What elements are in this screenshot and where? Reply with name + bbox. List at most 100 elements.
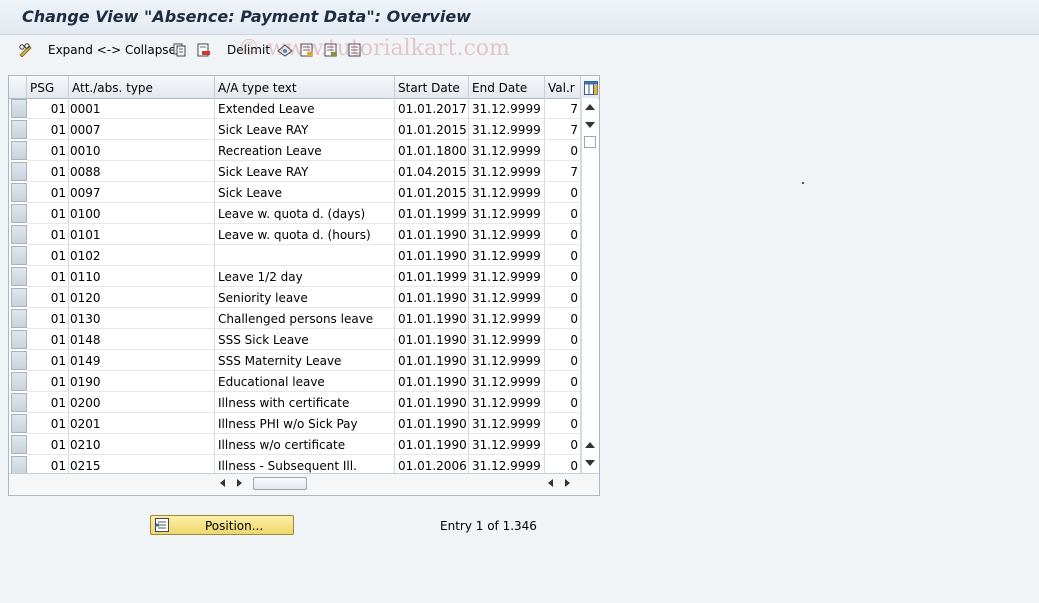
table-row[interactable]: 01 0001 Extended Leave 01.01.2017 31.12.9999… — [9, 98, 581, 119]
table-row[interactable]: 01 0201 Illness PHI w/o Sick Pay 01.01.1990… — [9, 413, 581, 434]
column-header-psg[interactable]: PSG — [27, 76, 69, 98]
table-row[interactable]: 01 0130 Challenged persons leave 01.01.1990… — [9, 308, 581, 329]
row-selector[interactable] — [11, 267, 27, 286]
cell-start-date[interactable]: 01.01.1990 — [395, 245, 469, 266]
cell-start-date[interactable]: 01.01.1999 — [395, 203, 469, 224]
table-row[interactable]: 01 0100 Leave w. quota d. (days) 01.01.1999… — [9, 203, 581, 224]
cell-val-r[interactable]: 7 — [545, 161, 581, 182]
cell-psg[interactable]: 01 — [27, 371, 69, 392]
cell-end-date[interactable]: 31.12.9999 — [469, 350, 545, 371]
cell-val-r[interactable]: 0 — [545, 182, 581, 203]
cell-val-r[interactable]: 0 — [545, 266, 581, 287]
table-settings-button[interactable] — [581, 76, 599, 98]
cell-psg[interactable]: 01 — [27, 308, 69, 329]
cell-start-date[interactable]: 01.01.1990 — [395, 224, 469, 245]
cell-att-abs-type[interactable]: 0110 — [69, 266, 215, 287]
delimit-button[interactable]: Delimit — [227, 42, 270, 58]
cell-aa-type-text[interactable]: Extended Leave — [215, 98, 395, 119]
cell-att-abs-type[interactable]: 0149 — [69, 350, 215, 371]
cell-start-date[interactable]: 01.01.1800 — [395, 140, 469, 161]
cell-psg[interactable]: 01 — [27, 350, 69, 371]
table-row[interactable]: 01 0190 Educational leave 01.01.1990 31.12.9… — [9, 371, 581, 392]
cell-val-r[interactable]: 0 — [545, 287, 581, 308]
cell-att-abs-type[interactable]: 0102 — [69, 245, 215, 266]
horizontal-scrollbar[interactable] — [9, 473, 599, 494]
config-button[interactable] — [348, 42, 362, 58]
cell-end-date[interactable]: 31.12.9999 — [469, 161, 545, 182]
cell-end-date[interactable]: 31.12.9999 — [469, 434, 545, 455]
cell-val-r[interactable]: 0 — [545, 434, 581, 455]
scroll-down-bottom-icon[interactable] — [585, 460, 595, 466]
table-row[interactable]: 01 0102 01.01.1990 31.12.9999 0 — [9, 245, 581, 266]
table-row[interactable]: 01 0097 Sick Leave 01.01.2015 31.12.9999 0 — [9, 182, 581, 203]
column-header-aa-type-text[interactable]: A/A type text — [215, 76, 395, 98]
cell-att-abs-type[interactable]: 0010 — [69, 140, 215, 161]
cell-end-date[interactable]: 31.12.9999 — [469, 224, 545, 245]
cell-psg[interactable]: 01 — [27, 98, 69, 119]
cell-aa-type-text[interactable]: Illness w/o certificate — [215, 434, 395, 455]
cell-psg[interactable]: 01 — [27, 140, 69, 161]
cell-att-abs-type[interactable]: 0097 — [69, 182, 215, 203]
scroll-left-icon[interactable] — [220, 479, 225, 487]
table-row[interactable]: 01 0120 Seniority leave 01.01.1990 31.12.999… — [9, 287, 581, 308]
row-selector[interactable] — [11, 288, 27, 307]
cell-aa-type-text[interactable] — [215, 245, 395, 266]
cell-psg[interactable]: 01 — [27, 434, 69, 455]
cell-att-abs-type[interactable]: 0148 — [69, 329, 215, 350]
cell-end-date[interactable]: 31.12.9999 — [469, 119, 545, 140]
column-header-att-abs-type[interactable]: Att./abs. type — [69, 76, 215, 98]
row-selector[interactable] — [11, 309, 27, 328]
cell-end-date[interactable]: 31.12.9999 — [469, 392, 545, 413]
scroll-thumb[interactable] — [584, 136, 596, 148]
table-row[interactable]: 01 0010 Recreation Leave 01.01.1800 31.12.99… — [9, 140, 581, 161]
table-row[interactable]: 01 0110 Leave 1/2 day 01.01.1999 31.12.9999 0 — [9, 266, 581, 287]
cell-aa-type-text[interactable]: Educational leave — [215, 371, 395, 392]
cell-val-r[interactable]: 0 — [545, 224, 581, 245]
cell-aa-type-text[interactable]: Illness PHI w/o Sick Pay — [215, 413, 395, 434]
cell-end-date[interactable]: 31.12.9999 — [469, 245, 545, 266]
cell-psg[interactable]: 01 — [27, 161, 69, 182]
deselect-all-button[interactable] — [324, 42, 338, 58]
cell-aa-type-text[interactable]: Challenged persons leave — [215, 308, 395, 329]
row-selector[interactable] — [11, 414, 27, 433]
cell-psg[interactable]: 01 — [27, 203, 69, 224]
scroll-up-top-icon[interactable] — [585, 104, 595, 110]
cell-start-date[interactable]: 01.01.1990 — [395, 371, 469, 392]
cell-att-abs-type[interactable]: 0190 — [69, 371, 215, 392]
cell-val-r[interactable]: 7 — [545, 98, 581, 119]
row-selector[interactable] — [11, 435, 27, 454]
row-selector[interactable] — [11, 393, 27, 412]
column-header-start-date[interactable]: Start Date — [395, 76, 469, 98]
cell-val-r[interactable]: 0 — [545, 350, 581, 371]
table-row[interactable]: 01 0101 Leave w. quota d. (hours) 01.01.199… — [9, 224, 581, 245]
cell-aa-type-text[interactable]: Seniority leave — [215, 287, 395, 308]
cell-psg[interactable]: 01 — [27, 392, 69, 413]
row-selector[interactable] — [11, 351, 27, 370]
cell-start-date[interactable]: 01.01.1990 — [395, 308, 469, 329]
row-selector[interactable] — [11, 204, 27, 223]
cell-aa-type-text[interactable]: Sick Leave RAY — [215, 119, 395, 140]
cell-psg[interactable]: 01 — [27, 266, 69, 287]
cell-start-date[interactable]: 01.01.1990 — [395, 413, 469, 434]
cell-end-date[interactable]: 31.12.9999 — [469, 182, 545, 203]
cell-end-date[interactable]: 31.12.9999 — [469, 266, 545, 287]
cell-start-date[interactable]: 01.01.2017 — [395, 98, 469, 119]
cell-psg[interactable]: 01 — [27, 245, 69, 266]
cell-start-date[interactable]: 01.01.2015 — [395, 119, 469, 140]
cell-aa-type-text[interactable]: SSS Maternity Leave — [215, 350, 395, 371]
row-selector[interactable] — [11, 141, 27, 160]
cell-aa-type-text[interactable]: Leave 1/2 day — [215, 266, 395, 287]
cell-att-abs-type[interactable]: 0007 — [69, 119, 215, 140]
cell-val-r[interactable]: 0 — [545, 140, 581, 161]
cell-att-abs-type[interactable]: 0200 — [69, 392, 215, 413]
cell-att-abs-type[interactable]: 0201 — [69, 413, 215, 434]
cell-att-abs-type[interactable]: 0101 — [69, 224, 215, 245]
horizontal-scroll-thumb[interactable] — [253, 477, 307, 490]
scroll-right-end-icon[interactable] — [565, 479, 570, 487]
cell-end-date[interactable]: 31.12.9999 — [469, 140, 545, 161]
row-selector[interactable] — [11, 330, 27, 349]
column-header-val-r[interactable]: Val.r — [545, 76, 581, 98]
cell-psg[interactable]: 01 — [27, 413, 69, 434]
cell-aa-type-text[interactable]: SSS Sick Leave — [215, 329, 395, 350]
cell-psg[interactable]: 01 — [27, 119, 69, 140]
